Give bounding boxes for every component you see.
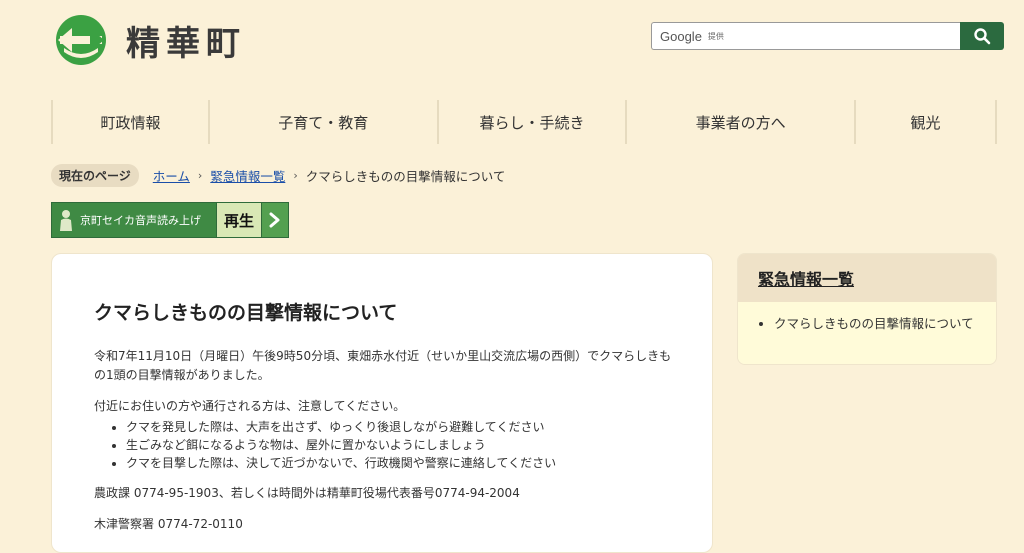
list-item: 生ごみなど餌になるような物は、屋外に置かないようにしましょう <box>126 436 672 454</box>
article-paragraph: 令和7年11月10日（月曜日）午後9時50分頃、東畑赤水付近（せいか里山交流広場… <box>94 349 672 382</box>
voice-reader: 京町セイカ音声読み上げ 再生 <box>51 202 289 238</box>
site-logo[interactable]: 精華町 <box>50 14 246 66</box>
article-card: クマらしきものの目撃情報について 令和7年11月10日（月曜日）午後9時50分頃… <box>51 253 713 553</box>
search-provider-suffix: 提供 <box>707 31 724 41</box>
seika-logo-icon <box>56 15 106 65</box>
nav-item-town-info[interactable]: 町政情報 <box>51 100 208 144</box>
list-item: クマを目撃した際は、決して近づかないで、行政機関や警察に連絡してください <box>126 454 672 472</box>
nav-item-tourism[interactable]: 観光 <box>853 100 997 144</box>
search-icon <box>974 28 991 45</box>
chevron-right-icon: › <box>293 169 298 182</box>
voice-play-label: 再生 <box>223 211 254 230</box>
search-input[interactable]: Google 提供 <box>651 22 960 50</box>
sidebar-list: クマらしきものの目撃情報について <box>738 302 996 334</box>
list-item: クマを発見した際は、大声を出さず、ゆっくり後退しながら避難してください <box>126 418 672 436</box>
nav-item-label: 暮らし・手続き <box>479 113 585 132</box>
nav-item-business[interactable]: 事業者の方へ <box>625 100 854 144</box>
caution-list: クマを発見した際は、大声を出さず、ゆっくり後退しながら避難してください 生ごみな… <box>94 418 672 472</box>
contact-police: 木津警察署 0774-72-0110 <box>94 517 243 531</box>
nav-item-label: 子育て・教育 <box>278 113 369 132</box>
sidebar-body: クマらしきものの目撃情報について <box>738 302 996 364</box>
person-icon <box>60 210 72 231</box>
voice-reader-label-area: 京町セイカ音声読み上げ <box>52 203 216 237</box>
sidebar-title[interactable]: 緊急情報一覧 <box>738 254 996 302</box>
google-brand: Google <box>660 28 702 44</box>
search-button[interactable] <box>960 22 1004 50</box>
voice-reader-label: 京町セイカ音声読み上げ <box>80 214 201 227</box>
contact-agriculture: 農政課 0774-95-1903、若しくは時間外は精華町役場代表番号0774-9… <box>94 486 520 500</box>
page-title: クマらしきものの目撃情報について <box>94 302 398 324</box>
nav-item-childcare[interactable]: 子育て・教育 <box>208 100 437 144</box>
article-paragraph: 付近にお住いの方や通行される方は、注意してください。 <box>94 399 406 413</box>
chevron-right-icon: › <box>197 169 203 182</box>
breadcrumb: 現在のページ ホーム › 緊急情報一覧 › クマらしきものの目撃情報について <box>51 164 505 187</box>
breadcrumb-label: 現在のページ <box>51 164 139 187</box>
site-search: Google 提供 <box>651 22 1004 50</box>
breadcrumb-home-link[interactable]: ホーム <box>153 166 190 185</box>
voice-next-button[interactable] <box>261 203 288 237</box>
voice-play-button[interactable]: 再生 <box>216 203 261 237</box>
sidebar-emergency: 緊急情報一覧 クマらしきものの目撃情報について <box>737 253 997 365</box>
nav-item-label: 事業者の方へ <box>695 113 786 132</box>
breadcrumb-current: クマらしきものの目撃情報について <box>305 169 506 184</box>
site-name: 精華町 <box>126 23 246 64</box>
global-nav: 町政情報 子育て・教育 暮らし・手続き 事業者の方へ 観光 <box>51 100 997 144</box>
sidebar-item-bear-sighting[interactable]: クマらしきものの目撃情報について <box>774 314 980 334</box>
nav-item-label: 町政情報 <box>100 113 161 132</box>
nav-item-label: 観光 <box>910 113 941 132</box>
nav-item-living[interactable]: 暮らし・手続き <box>436 100 626 144</box>
breadcrumb-emergency-link[interactable]: 緊急情報一覧 <box>210 166 285 185</box>
sidebar-title-text: 緊急情報一覧 <box>758 270 855 289</box>
chevron-right-icon <box>269 212 280 228</box>
